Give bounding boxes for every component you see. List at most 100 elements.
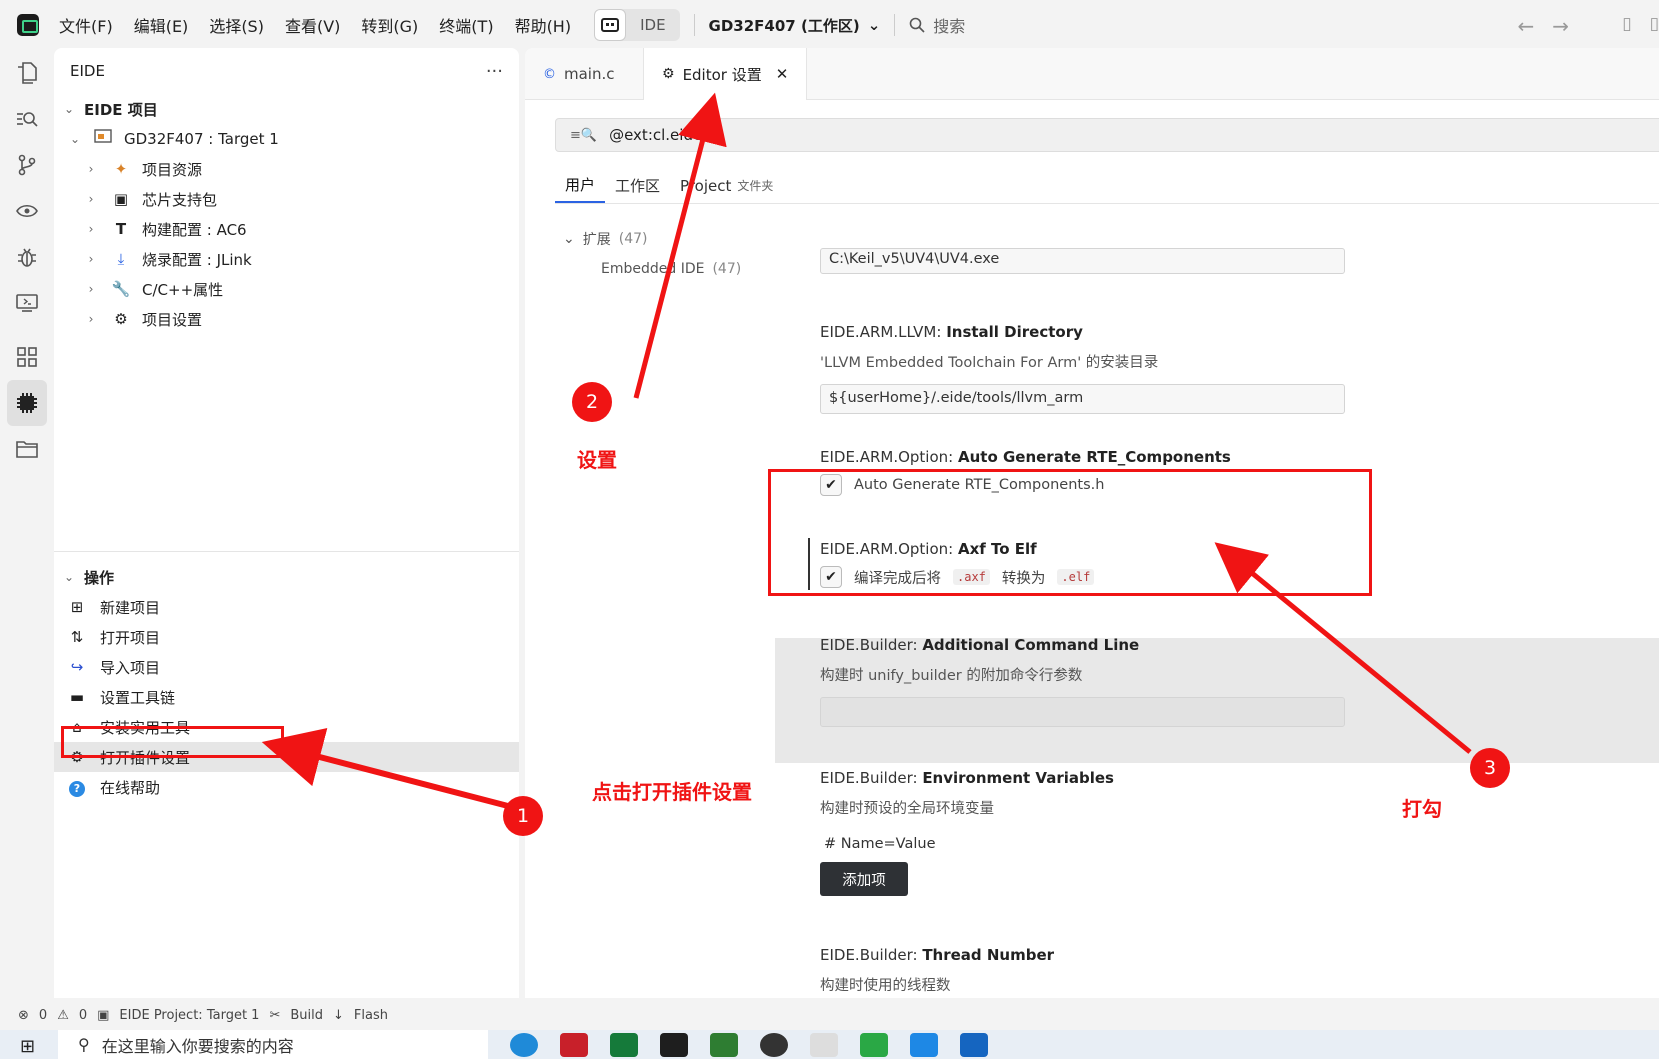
tab-main-c[interactable]: © main.c — [525, 48, 643, 100]
tree-item-chip-pack[interactable]: › ▣ 芯片支持包 — [54, 184, 519, 214]
package-icon: ⌂ — [72, 718, 82, 736]
setting-title: EIDE.Builder: Environment Variables — [820, 769, 1620, 787]
op-install-utils[interactable]: ⌂ 安装实用工具 — [54, 712, 519, 742]
error-icon[interactable]: ⊗ — [18, 1008, 29, 1023]
setting-desc: 构建时使用的线程数 — [820, 978, 951, 994]
app-icon-blue[interactable] — [910, 1032, 938, 1057]
checkbox-label: 转换为 — [1001, 570, 1046, 587]
op-toolchain[interactable]: ▬ 设置工具链 — [54, 682, 519, 712]
project-section-header[interactable]: ⌄ EIDE 项目 — [54, 94, 519, 124]
op-online-help[interactable]: ? 在线帮助 — [54, 772, 519, 802]
op-open-plugin-settings[interactable]: ⚙ 打开插件设置 — [54, 742, 519, 772]
app-icon-chat[interactable] — [960, 1032, 988, 1057]
resources-icon: ✦ — [114, 160, 128, 178]
search-view-icon[interactable] — [0, 96, 54, 142]
setting-name: Auto Generate RTE_Components — [957, 448, 1231, 466]
status-flash[interactable]: Flash — [354, 1008, 388, 1023]
settings-search-box[interactable]: ≡🔍 @ext:cl.eide — [555, 118, 1659, 152]
tree-item-project[interactable]: ⌄ GD32F407 : Target 1 — [54, 124, 519, 154]
eye-icon[interactable] — [0, 188, 54, 234]
scope-tab-sublabel: 文件夹 — [737, 179, 774, 193]
prev-path-input[interactable]: C:\Keil_v5\UV4\UV4.exe — [820, 248, 1345, 274]
settings-search-query: @ext:cl.eide — [609, 126, 703, 144]
tab-label: Editor 设置 — [682, 65, 762, 84]
op-open-project[interactable]: ⇅ 打开项目 — [54, 622, 519, 652]
menu-selection[interactable]: 选择(S) — [209, 13, 264, 37]
wechat-app-icon[interactable] — [860, 1032, 888, 1057]
axf-checkbox[interactable]: ✔ — [820, 566, 842, 588]
warning-icon[interactable]: ⚠ — [57, 1008, 69, 1023]
op-new-project[interactable]: ⊞ 新建项目 — [54, 592, 519, 622]
edge-app-icon[interactable] — [510, 1032, 538, 1057]
setting-name: Thread Number — [922, 946, 1055, 964]
menu-help[interactable]: 帮助(H) — [515, 13, 572, 37]
remote-icon[interactable] — [0, 280, 54, 326]
rte-checkbox-row: ✔ Auto Generate RTE_Components.h — [820, 474, 1620, 496]
gear-icon: ⚙ — [662, 66, 675, 82]
search-label: 搜索 — [933, 17, 966, 36]
menu-terminal[interactable]: 终端(T) — [439, 13, 493, 37]
tree-item-resources[interactable]: › ✦ 项目资源 — [54, 154, 519, 184]
status-build[interactable]: Build — [290, 1008, 323, 1023]
command-search[interactable]: 搜索 — [909, 13, 965, 37]
setting-prev-path: C:\Keil_v5\UV4\UV4.exe — [820, 248, 1620, 274]
close-icon[interactable]: ✕ — [776, 65, 789, 83]
app-icon-dark[interactable] — [760, 1032, 788, 1057]
tab-editor-settings[interactable]: ⚙ Editor 设置 ✕ — [643, 48, 808, 100]
extensions-icon[interactable] — [0, 334, 54, 380]
status-project[interactable]: EIDE Project: Target 1 — [119, 1008, 259, 1023]
cmd-line-input[interactable] — [820, 697, 1345, 727]
debug-icon[interactable] — [0, 234, 54, 280]
ide-mode-label[interactable]: IDE — [626, 9, 679, 41]
app-logo-icon — [17, 14, 39, 36]
menu-edit[interactable]: 编辑(E) — [134, 13, 189, 37]
toggle-sidebar-icon[interactable]: ▯ — [1622, 14, 1631, 34]
windows-start-icon[interactable]: ⊞ — [20, 1036, 35, 1057]
menu-go[interactable]: 转到(G) — [361, 13, 418, 37]
tree-item-flash-config[interactable]: › ⤓ 烧录配置 : JLink — [54, 244, 519, 274]
source-control-icon[interactable] — [0, 142, 54, 188]
mode-toggle[interactable]: IDE — [594, 9, 680, 41]
toggle-panel-icon[interactable]: ▯ — [1650, 14, 1659, 34]
search-icon — [909, 17, 925, 33]
folder-icon[interactable] — [0, 426, 54, 472]
tree-item-cpp-props[interactable]: › 🔧 C/C++属性 — [54, 274, 519, 304]
explorer-icon[interactable] — [0, 50, 54, 96]
more-actions-icon[interactable]: ··· — [486, 61, 503, 82]
setting-name: Axf To Elf — [957, 540, 1037, 558]
menu-file[interactable]: 文件(F) — [59, 13, 113, 37]
editor-mode-icon[interactable] — [594, 9, 627, 41]
chevron-right-icon: › — [88, 162, 94, 176]
setting-desc: 构建时预设的全局环境变量 — [820, 801, 994, 817]
sidebar-title: EIDE — [70, 62, 105, 80]
menu-view[interactable]: 查看(V) — [285, 13, 340, 37]
ops-section-header[interactable]: ⌄ 操作 — [54, 562, 519, 592]
app-icon-vim[interactable] — [710, 1032, 738, 1057]
setting-title: EIDE.ARM.Option: Axf To Elf — [820, 540, 1620, 558]
app-icon-red[interactable] — [560, 1032, 588, 1057]
rte-checkbox[interactable]: ✔ — [820, 474, 842, 496]
op-import-project[interactable]: ↪ 导入项目 — [54, 652, 519, 682]
add-item-button[interactable]: 添加项 — [820, 862, 908, 896]
setting-prefix: EIDE.Builder: — [820, 769, 923, 787]
status-bar: ⊗ 0 ⚠ 0 ▣ EIDE Project: Target 1 ✂ Build… — [0, 1000, 1659, 1030]
inline-code: .elf — [1057, 569, 1095, 585]
arrow-left-icon[interactable]: ← — [1517, 14, 1534, 38]
warning-count[interactable]: 0 — [79, 1008, 87, 1023]
setting-prefix: EIDE.ARM.LLVM: — [820, 323, 947, 341]
tree-item-project-settings[interactable]: › ⚙ 项目设置 — [54, 304, 519, 334]
app-icon-text[interactable] — [810, 1032, 838, 1057]
taskbar-search[interactable]: ⚲ 在这里输入你要搜索的内容 — [58, 1030, 488, 1059]
tree-item-build-config[interactable]: › T 构建配置 : AC6 — [54, 214, 519, 244]
arrow-right-icon[interactable]: → — [1552, 14, 1569, 38]
llvm-dir-input[interactable]: ${userHome}/.eide/tools/llvm_arm — [820, 384, 1345, 414]
chevron-right-icon: › — [88, 222, 94, 236]
eide-chip-icon[interactable] — [7, 380, 47, 426]
search-icon: ⚲ — [78, 1035, 90, 1054]
setting-env-vars: EIDE.Builder: Environment Variables 构建时预… — [820, 769, 1620, 896]
app-icon-green[interactable] — [610, 1032, 638, 1057]
error-count[interactable]: 0 — [39, 1008, 47, 1023]
setting-prefix: EIDE.ARM.Option: — [820, 448, 958, 466]
workspace-selector[interactable]: GD32F407 (工作区) ⌄ — [709, 15, 881, 36]
ide-app-icon[interactable] — [660, 1032, 688, 1057]
